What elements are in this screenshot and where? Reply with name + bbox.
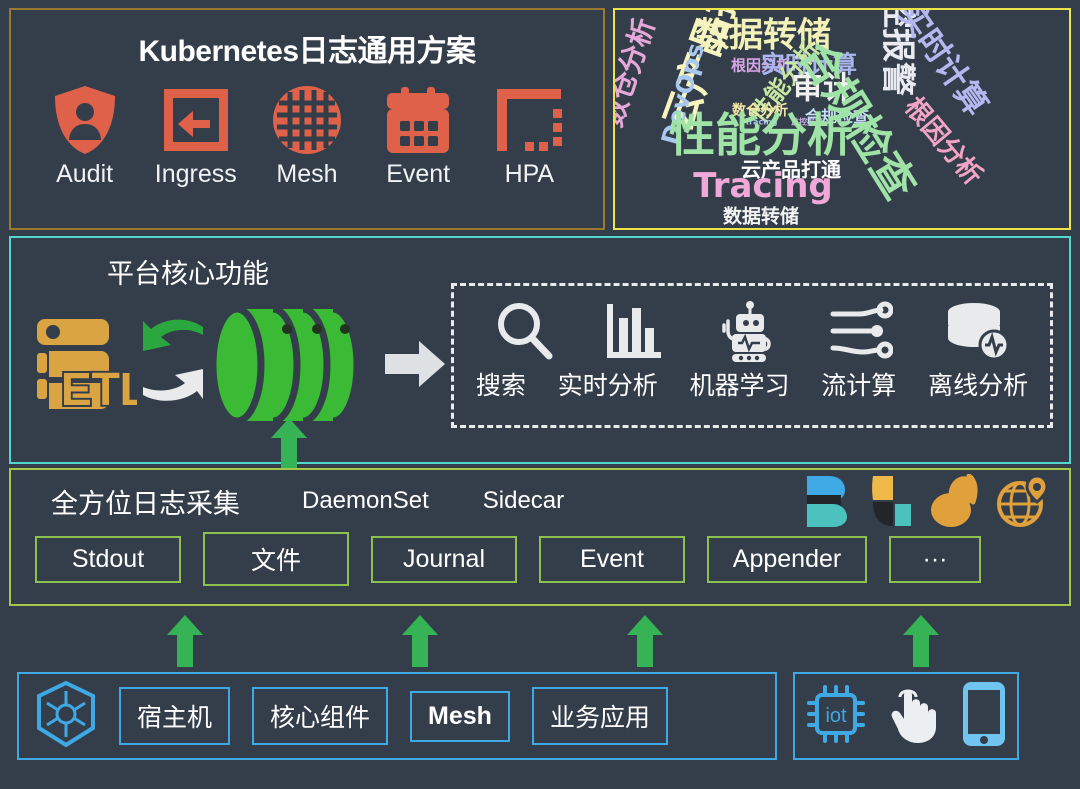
scenario-label: Audit: [33, 160, 137, 189]
capability-label: 机器学习: [689, 366, 789, 402]
log-store-icon: [207, 303, 377, 432]
capability-label: 流计算: [821, 366, 896, 402]
fluentd-icon: [929, 474, 979, 533]
capability-label: 搜索: [476, 366, 526, 402]
arrow-apps-to-collect-icon: [627, 615, 663, 667]
source-box-file[interactable]: 文件: [203, 532, 349, 586]
ingress-arrow-icon: [144, 84, 248, 156]
kubernetes-scenario-list: Audit Ingress: [11, 84, 603, 189]
usecase-wordcloud-panel: 数据转储云产品打通数仓分析DevOps根因分析实时计算性能分析审计数仓分析Tra…: [613, 8, 1071, 230]
architecture-diagram: Kubernetes日志通用方案 Audit: [0, 0, 1080, 789]
shield-user-icon: [33, 84, 137, 156]
scenario-label: Ingress: [144, 160, 248, 189]
scenario-label: Event: [366, 160, 470, 189]
arrow-devices-to-collect-icon: [903, 615, 939, 667]
source-box-appender[interactable]: Appender: [707, 536, 867, 583]
arrow-components-to-collect-icon: [402, 615, 438, 667]
collection-mode-sidecar: Sidecar: [483, 487, 564, 515]
analytics-icon-row: [454, 286, 1050, 364]
logstash-icon: [867, 474, 911, 533]
source-box-stdout[interactable]: Stdout: [35, 536, 181, 583]
etl-icon: ETL ETL: [31, 309, 137, 419]
beats-b-icon: [805, 474, 849, 533]
globe-pin-icon: [997, 474, 1047, 533]
collection-title: 全方位日志采集: [51, 482, 240, 521]
platform-core-panel: 平台核心功能 ETL ETL: [9, 236, 1071, 464]
database-analytics-icon: [944, 298, 1010, 364]
iot-chip-label: iot: [825, 705, 847, 727]
magnifier-icon: [494, 298, 554, 364]
bar-chart-icon: [605, 298, 663, 364]
capability-label: 实时分析: [558, 366, 658, 402]
log-collection-panel: 全方位日志采集 DaemonSet Sidecar: [9, 468, 1071, 606]
scenario-ingress[interactable]: Ingress: [144, 84, 248, 189]
scenario-event[interactable]: Event: [366, 84, 470, 189]
kubernetes-helm-icon: [35, 681, 97, 752]
arrow-host-to-collect-icon: [167, 615, 203, 667]
scenario-label: Mesh: [255, 160, 359, 189]
scenario-label: HPA: [477, 160, 581, 189]
analytics-capabilities-box: 搜索 实时分析 机器学习 流计算 离线分析: [451, 283, 1053, 428]
iot-chip-icon: iot: [805, 683, 867, 750]
etl-exchange-arrows: [141, 313, 205, 410]
analytics-label-row: 搜索 实时分析 机器学习 流计算 离线分析: [454, 366, 1050, 402]
collection-mode-daemonset: DaemonSet: [302, 487, 429, 515]
page-title: Kubernetes日志通用方案: [11, 26, 603, 70]
source-box-event[interactable]: Event: [539, 536, 685, 583]
infra-box-business-app[interactable]: 业务应用: [532, 687, 668, 745]
infra-box-core-components[interactable]: 核心组件: [252, 687, 388, 745]
collection-header: 全方位日志采集 DaemonSet Sidecar: [11, 470, 1069, 532]
wordcloud-word: 数据转储: [723, 202, 799, 229]
scenario-mesh[interactable]: Mesh: [255, 84, 359, 189]
hand-click-icon: [886, 683, 942, 750]
flow-arrow-right-icon: [385, 339, 447, 394]
infra-box-mesh[interactable]: Mesh: [410, 691, 510, 742]
scenario-hpa[interactable]: HPA: [477, 84, 581, 189]
robot-icon: [714, 298, 778, 364]
wordcloud-canvas: 数据转储云产品打通数仓分析DevOps根因分析实时计算性能分析审计数仓分析Tra…: [615, 10, 1069, 228]
autoscale-corner-icon: [477, 84, 581, 156]
arrow-collect-to-store-icon: [271, 418, 307, 470]
agent-logo-row: [805, 474, 1047, 533]
scenario-audit[interactable]: Audit: [33, 84, 137, 189]
infra-box-host[interactable]: 宿主机: [119, 687, 230, 745]
mobile-phone-icon: [961, 680, 1007, 753]
svg-text:ETL: ETL: [61, 363, 137, 414]
log-source-row: Stdout 文件 Journal Event Appender ···: [11, 532, 1069, 586]
mesh-grid-icon: [255, 84, 359, 156]
kubernetes-scenarios-panel: Kubernetes日志通用方案 Audit: [9, 8, 605, 230]
core-panel-body: ETL ETL: [11, 291, 1069, 451]
calendar-icon: [366, 84, 470, 156]
capability-label: 离线分析: [928, 366, 1028, 402]
source-box-journal[interactable]: Journal: [371, 536, 517, 583]
wordcloud-word: Tracing: [693, 166, 833, 206]
kubernetes-infrastructure-panel: 宿主机 核心组件 Mesh 业务应用: [17, 672, 777, 760]
stream-nodes-icon: [829, 298, 893, 364]
device-sources-panel: iot: [793, 672, 1019, 760]
source-box-more[interactable]: ···: [889, 536, 981, 583]
